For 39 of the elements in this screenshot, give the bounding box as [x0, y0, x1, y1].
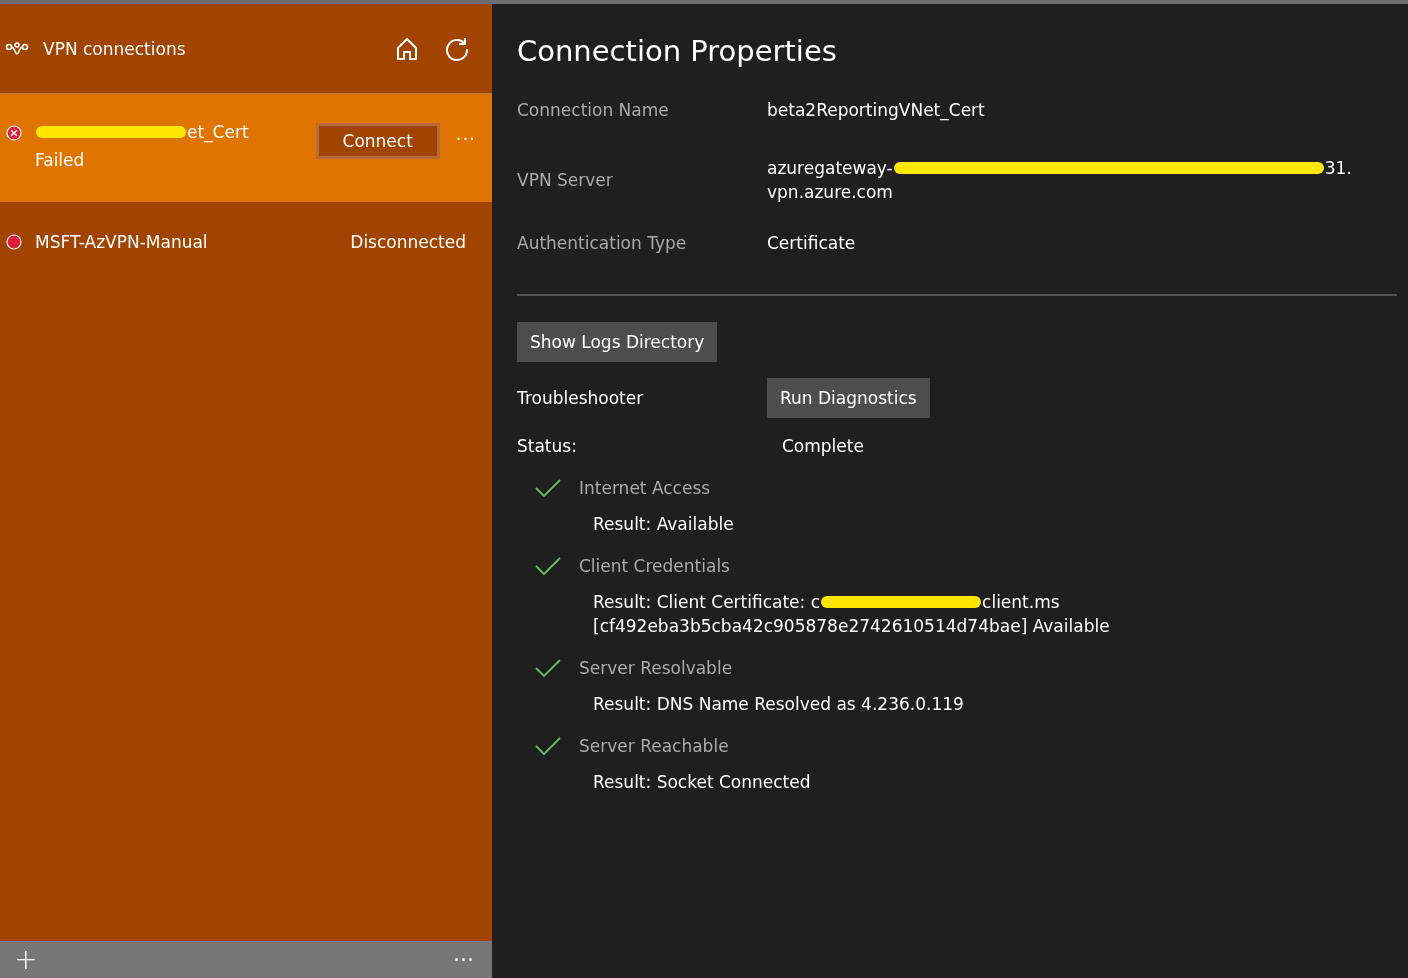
check-name: Server Reachable [579, 736, 729, 756]
troubleshooter-label: Troubleshooter [517, 388, 645, 408]
connection-status: Failed [35, 150, 86, 170]
check-result: Result: DNS Name Resolved as 4.236.0.119 [593, 694, 964, 714]
vpn-icon [5, 40, 29, 57]
field-value: Certificate [767, 232, 856, 253]
status-value: Complete [782, 436, 864, 456]
check-name: Client Credentials [579, 556, 730, 576]
check-result: [cf492eba3b5cba42c905878e2742610514d74bae] Available [593, 616, 1110, 636]
connection-item[interactable]: et_Cert Failed Connect ··· [0, 94, 492, 202]
connection-name: et_Cert [187, 122, 249, 142]
page-title: Connection Properties [517, 34, 838, 68]
field-label: VPN Server [517, 168, 614, 192]
status-label: Status: [517, 436, 578, 456]
show-logs-button[interactable]: Show Logs Directory [517, 322, 718, 362]
connect-button[interactable]: Connect [315, 123, 440, 159]
status-dot-icon [6, 234, 22, 250]
field-label: Authentication Type [517, 231, 688, 255]
home-icon[interactable] [394, 35, 420, 62]
sidebar-title: VPN connections [43, 38, 186, 59]
connection-item[interactable]: MSFT-AzVPN-Manual Disconnected [0, 202, 492, 286]
error-icon [6, 125, 22, 141]
field-label: Connection Name [517, 100, 670, 120]
field-value: beta2ReportingVNet_Cert [767, 100, 985, 120]
field-value: azuregateway- [767, 157, 893, 178]
field-value: 31. [1324, 157, 1352, 178]
add-button[interactable]: + [10, 943, 42, 976]
check-result: Result: Client Certificate: c [593, 592, 821, 612]
check-result: Result: Available [593, 514, 734, 534]
connection-name: MSFT-AzVPN-Manual [35, 232, 208, 252]
refresh-icon[interactable] [444, 35, 470, 62]
check-result: client.ms [982, 592, 1060, 612]
check-name: Internet Access [579, 478, 711, 498]
run-diagnostics-button[interactable]: Run Diagnostics [767, 378, 930, 418]
more-button[interactable]: ··· [449, 947, 478, 972]
connection-status: Disconnected [350, 232, 466, 252]
check-result: Result: Socket Connected [593, 772, 811, 792]
check-name: Server Resolvable [579, 658, 733, 678]
field-value: vpn.azure.com [767, 181, 893, 202]
